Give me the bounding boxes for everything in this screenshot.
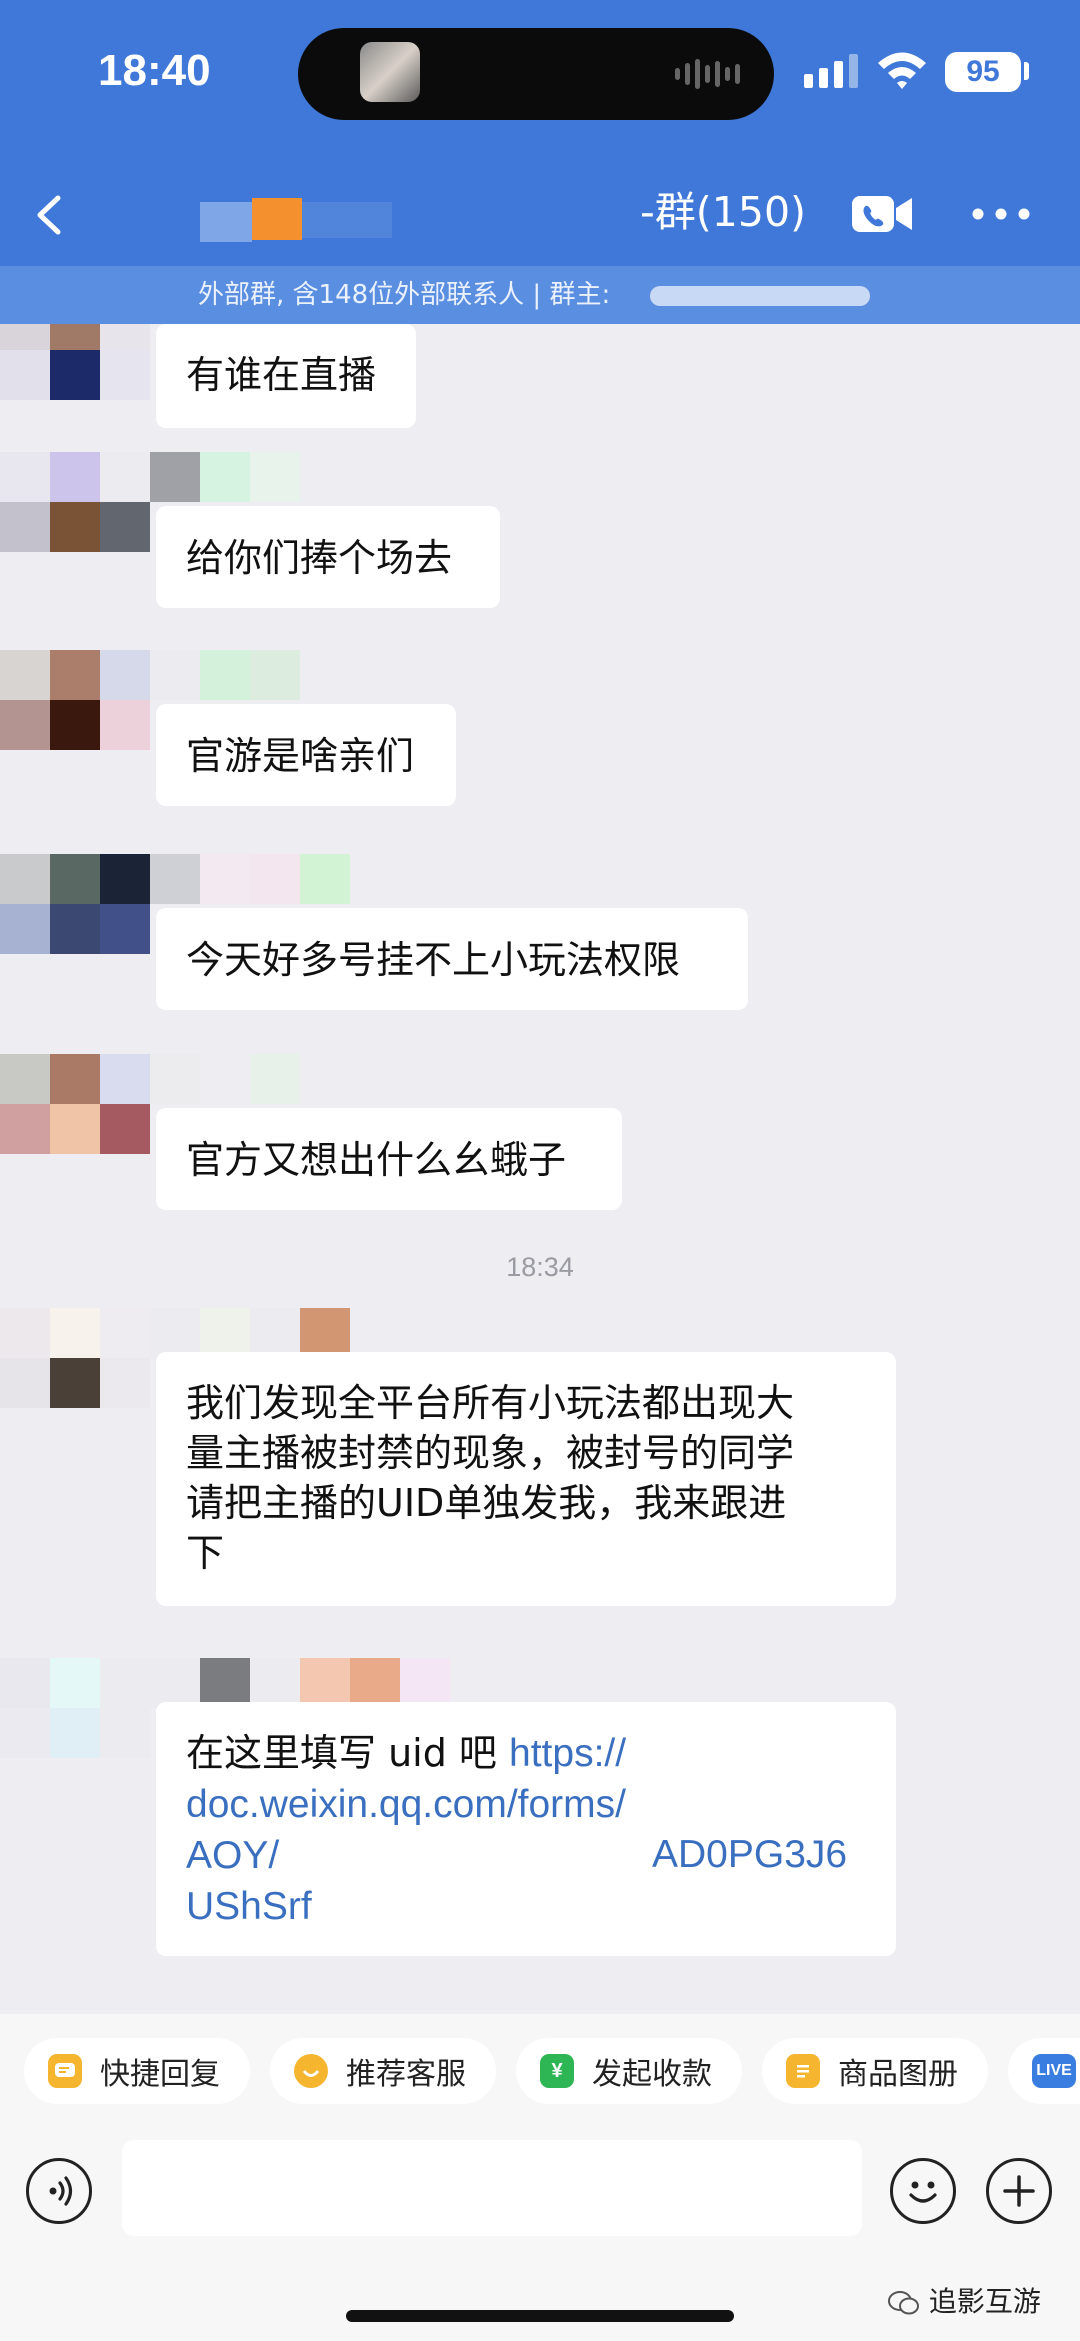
form-link[interactable]: AD0PG3J6 (652, 1830, 847, 1880)
message-bubble[interactable]: 有谁在直播 (156, 324, 416, 428)
cell-signal-icon (804, 54, 858, 88)
message-list[interactable]: 有谁在直播 给你们捧个场去 官游是啥亲们 今天好多号挂不上小玩法权限 官方又想出… (0, 324, 1080, 2014)
payment-chip[interactable]: ¥ 发起收款 (516, 2038, 742, 2104)
message-text: 给你们捧个场去 (186, 536, 453, 580)
message-text: 在这里填写 uid 吧 (186, 1731, 510, 1775)
redacted-sender-name (150, 1054, 300, 1104)
back-button[interactable] (22, 180, 92, 250)
recommend-service-icon (294, 2054, 328, 2088)
redacted-sender-name (150, 452, 300, 502)
status-time: 18:40 (98, 46, 211, 95)
avatar-pixelated[interactable] (0, 324, 150, 400)
message-text: 官游是啥亲们 (186, 734, 415, 778)
avatar-pixelated[interactable] (0, 650, 150, 750)
avatar-pixelated[interactable] (0, 1658, 150, 1758)
group-info-bar[interactable]: 外部群, 含148位外部联系人 | 群主: (0, 266, 1080, 324)
video-call-button[interactable] (850, 186, 914, 242)
audio-wave-icon (675, 58, 740, 90)
message-bubble[interactable]: 我们发现全平台所有小玩法都出现大 量主播被封禁的现象，被封号的同学 请把主播的U… (156, 1352, 896, 1606)
message-bubble[interactable]: 今天好多号挂不上小玩法权限 (156, 908, 748, 1010)
form-link[interactable]: UShSrf (186, 1885, 312, 1928)
message-text-line: 下 (186, 1531, 225, 1575)
battery-level: 95 (945, 52, 1021, 92)
wifi-icon (878, 52, 926, 89)
watermark-text: 追影互游 (928, 2285, 1041, 2318)
message-bubble[interactable]: 给你们捧个场去 (156, 506, 500, 608)
recommend-service-chip[interactable]: 推荐客服 (270, 2038, 496, 2104)
chip-label: 商品图册 (838, 2057, 958, 2092)
redacted-owner-name (650, 286, 870, 306)
live-icon: LIVE (1032, 2054, 1076, 2088)
message-text-line: 我们发现全平台所有小玩法都出现大 (186, 1381, 795, 1425)
chip-label: 发起收款 (592, 2057, 712, 2092)
message-timestamp: 18:34 (506, 1252, 574, 1282)
message-text-line: 量主播被封禁的现象，被封号的同学 (186, 1431, 795, 1475)
chip-label: 推荐客服 (346, 2057, 466, 2092)
redacted-sender-name (150, 1308, 350, 1358)
form-link[interactable]: AOY/ (186, 1834, 279, 1877)
wechat-icon (888, 2291, 919, 2315)
chat-header: -群(150) (0, 160, 1080, 266)
more-options-button[interactable] (966, 186, 1036, 242)
redacted-name-block (252, 198, 302, 240)
form-link[interactable]: doc.weixin.qq.com/forms/ (186, 1783, 626, 1826)
catalog-chip[interactable]: 商品图册 (762, 2038, 988, 2104)
plus-icon (1003, 2175, 1035, 2207)
message-text: 今天好多号挂不上小玩法权限 (186, 938, 681, 982)
redacted-name-block (200, 202, 252, 242)
catalog-icon (786, 2054, 820, 2088)
home-indicator[interactable] (346, 2310, 734, 2322)
status-bar: 18:40 95 (0, 0, 1080, 160)
dynamic-island (298, 28, 774, 120)
watermark: 追影互游 (888, 2280, 1041, 2320)
message-input-bar: 追影互游 (0, 2134, 1080, 2341)
quick-action-bar: 快捷回复 推荐客服 ¥ 发起收款 商品图册 LIVE (0, 2014, 1080, 2134)
battery-cap (1024, 62, 1029, 80)
now-playing-thumbnail (360, 42, 420, 102)
avatar-pixelated[interactable] (0, 452, 150, 552)
link-message-bubble[interactable]: 在这里填写 uid 吧 https:// doc.weixin.qq.com/f… (156, 1702, 896, 1956)
payment-icon: ¥ (540, 2054, 574, 2088)
message-bubble[interactable]: 官游是啥亲们 (156, 704, 456, 806)
live-chip[interactable]: LIVE (1008, 2038, 1080, 2104)
avatar-pixelated[interactable] (0, 1054, 150, 1154)
message-input[interactable] (122, 2140, 862, 2236)
message-text-line: 请把主播的UID单独发我，我来跟进 (186, 1481, 787, 1525)
emoji-button[interactable] (890, 2158, 956, 2224)
quick-reply-chip[interactable]: 快捷回复 (24, 2038, 250, 2104)
redacted-sender-name (150, 1658, 450, 1708)
redacted-sender-name (150, 650, 300, 700)
quick-reply-icon (48, 2054, 82, 2088)
redacted-name-block (302, 202, 392, 238)
voice-icon (49, 2176, 73, 2206)
redacted-sender-name (150, 854, 350, 904)
more-actions-button[interactable] (986, 2158, 1052, 2224)
group-info-text: 外部群, 含148位外部联系人 | 群主: (198, 280, 611, 310)
emoji-icon (909, 2181, 937, 2203)
chip-label: 快捷回复 (100, 2057, 220, 2092)
form-link[interactable]: https:// (509, 1732, 626, 1775)
message-text: 官方又想出什么幺蛾子 (186, 1138, 567, 1182)
message-bubble[interactable]: 官方又想出什么幺蛾子 (156, 1108, 622, 1210)
group-title[interactable]: -群(150) (640, 178, 806, 238)
avatar-pixelated[interactable] (0, 854, 150, 954)
message-text: 有谁在直播 (186, 353, 377, 397)
voice-input-button[interactable] (26, 2158, 92, 2224)
avatar-pixelated[interactable] (0, 1308, 150, 1408)
